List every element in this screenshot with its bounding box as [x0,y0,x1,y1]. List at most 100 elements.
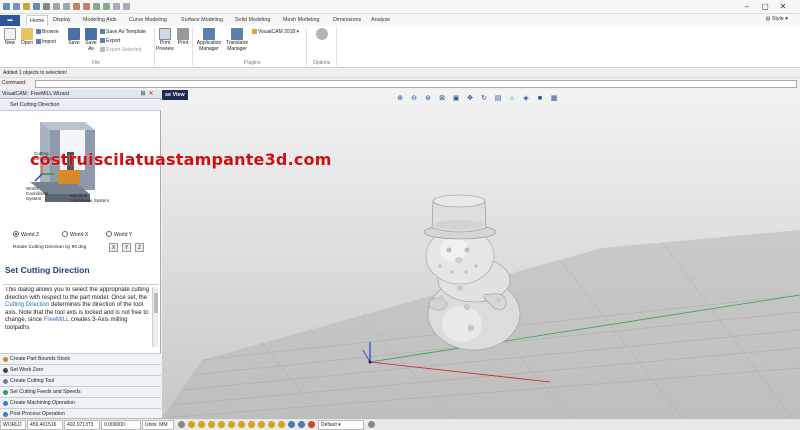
message-bar: Added 1 objects to selection! [0,69,800,78]
tab-curve-modeling[interactable]: Curve Modeling [126,15,170,26]
tool3-quick-icon[interactable] [113,3,120,10]
app-manager-icon [203,28,215,40]
open-label: Open [20,40,34,46]
tab-display[interactable]: Display [50,15,74,26]
undo-quick-icon[interactable] [53,3,60,10]
grid-snap-icon[interactable] [178,421,185,428]
planar-icon[interactable] [298,421,305,428]
step-set-work-zero[interactable]: Set Work Zero [0,364,161,375]
feeds-icon [3,390,8,395]
snap-near-icon[interactable] [278,421,285,428]
panel-subheader[interactable]: Set Cutting Direction [0,100,161,111]
help-scrollbar[interactable] [152,287,158,347]
help-link-cutting-direction[interactable]: Cutting Direction [5,302,49,308]
tool4-quick-icon[interactable] [123,3,130,10]
new-button[interactable]: New [2,28,18,47]
save-as-button[interactable]: Save As [83,28,99,52]
cut-quick-icon[interactable] [73,3,80,10]
step-feeds-speeds[interactable]: Set Cutting Feeds and Speeds [0,386,161,397]
snap-quad-icon[interactable] [248,421,255,428]
tab-dimensions[interactable]: Dimensions [330,15,364,26]
y-coord-field: 402.971373 [64,420,100,430]
snap-knot-icon[interactable] [258,421,265,428]
tab-home[interactable]: Home [26,15,49,26]
close-button[interactable]: ✕ [776,1,790,12]
tool2-quick-icon[interactable] [103,3,110,10]
menu-bar: ▬ Home Display Modeling Aids Curve Model… [0,14,800,26]
visualcam-dropdown[interactable]: VisualCAM 2018 ▾ [252,29,299,35]
ortho-icon[interactable] [288,421,295,428]
snap-end-icon[interactable] [188,421,195,428]
radio-world-x[interactable]: World X [62,231,88,238]
print-preview-icon [159,28,171,40]
save-as-template-button[interactable]: Save As Template [100,29,146,35]
snap-perp-icon[interactable] [228,421,235,428]
export-selected-icon [100,47,105,52]
export-button[interactable]: Export [100,38,120,44]
step-create-machining-operation[interactable]: Create Machining Operation [0,397,161,408]
save-button[interactable]: Save [66,28,82,47]
save-label: Save [68,40,80,46]
browse-button[interactable]: Browse [36,29,59,35]
watermark-text: costruiscilatuastampante3d.com [30,150,332,169]
print-button[interactable]: Print [175,28,191,47]
radio-world-z[interactable]: World Z [13,231,39,238]
status-bar: WORLD 459.401516 402.971373 0.000000 Uni… [0,418,800,430]
help-text: This dialog allows you to select the app… [5,287,150,347]
paste-quick-icon[interactable] [83,3,90,10]
layer-label: Default [321,422,337,428]
help-link-freemill[interactable]: FreeMILL [44,317,69,323]
coord-system-field[interactable]: WORLD [0,420,26,430]
tab-surface-modeling[interactable]: Surface Modeling [178,15,226,26]
style-menu[interactable]: ◍ Style ▾ [766,16,788,22]
command-input[interactable] [35,80,797,88]
tab-mesh-modeling[interactable]: Mesh Modeling [280,15,323,26]
minimize-button[interactable]: – [740,1,754,12]
save-quick-icon[interactable] [33,3,40,10]
snap-mid-icon[interactable] [198,421,205,428]
import-button[interactable]: Import [36,39,56,45]
3d-viewport[interactable]: se View ⊕ ⊖ ⊛ ⊠ ▣ ✥ ↻ ▤ ⌂ ◈ ■ ▦ [162,90,800,418]
print-preview-button[interactable]: Print Preview [156,28,174,52]
radio-world-y[interactable]: World Y [106,231,132,238]
tab-analyze[interactable]: Analyze [368,15,393,26]
rotate-x-button[interactable]: X [109,243,118,252]
file-tab[interactable]: ▬ [0,15,20,26]
operation-icon [3,401,8,406]
print-quick-icon[interactable] [43,3,50,10]
close-panel-icon[interactable]: ✕ [148,91,154,98]
export-label: Export [106,38,121,44]
pin-icon[interactable]: ⊞ [140,91,146,98]
tab-solid-modeling[interactable]: Solid Modeling [232,15,273,26]
rotate-y-button[interactable]: Y [122,243,131,252]
snap-point-icon[interactable] [268,421,275,428]
browse-icon [36,29,41,34]
gear-icon [316,28,328,40]
ribbon-separator [306,28,307,66]
rotate-z-button[interactable]: Z [135,243,144,252]
units-field[interactable]: Units: MM [142,420,174,430]
tool-quick-icon[interactable] [93,3,100,10]
open-button[interactable]: Open [19,28,35,47]
translator-manager-button[interactable]: Translator Manager [224,28,250,52]
step-create-cutting-tool[interactable]: Create Cutting Tool [0,375,161,386]
application-manager-button[interactable]: Application Manager [194,28,224,52]
tab-modeling-aids[interactable]: Modeling Aids [80,15,120,26]
redo-quick-icon[interactable] [63,3,70,10]
help-scrollbar-thumb[interactable] [154,293,158,313]
open-quick-icon[interactable] [23,3,30,10]
snap-intersect-icon[interactable] [218,421,225,428]
new-quick-icon[interactable] [13,3,20,10]
settings-icon[interactable] [368,421,375,428]
command-bar: Command: [0,78,800,89]
maximize-button[interactable]: ▢ [758,1,772,12]
snap-tangent-icon[interactable] [238,421,245,428]
snap-center-icon[interactable] [208,421,215,428]
options-button[interactable] [314,28,330,41]
export-selected-button[interactable]: Export Selected [100,47,141,53]
options-group-label: Options [313,60,331,66]
layer-dropdown[interactable]: Default ▾ [318,420,364,430]
step-create-part-bounds-stock[interactable]: Create Part Bounds Stock [0,353,161,364]
snowman-model[interactable] [423,194,521,351]
layer-color-icon[interactable] [308,421,315,428]
